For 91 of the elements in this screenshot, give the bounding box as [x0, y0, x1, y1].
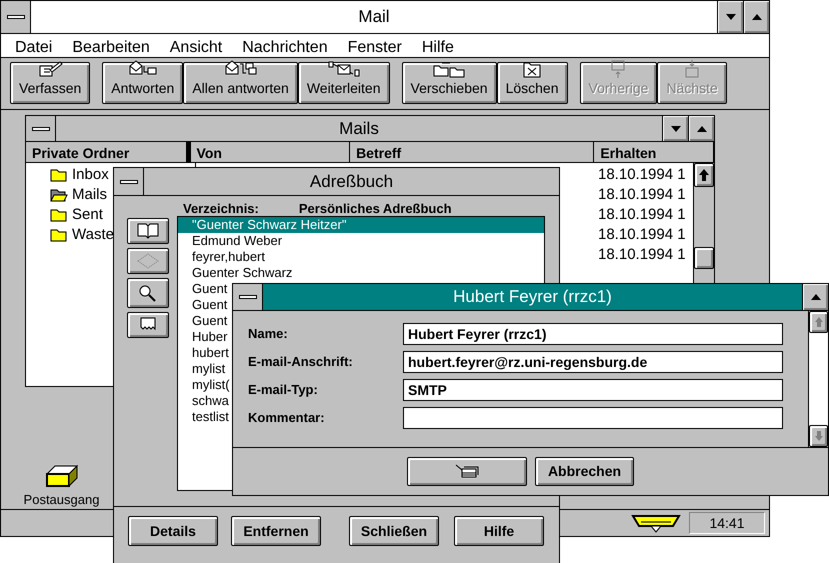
up-arrow-icon [810, 294, 820, 300]
address-entry[interactable]: "Guenter Schwarz Heitzer" [178, 217, 544, 233]
minimize-button[interactable] [662, 116, 688, 141]
scroll-thumb[interactable] [694, 247, 714, 269]
icon-button[interactable] [127, 312, 169, 338]
address-entry[interactable]: Edmund Weber [178, 233, 284, 249]
dialog-button[interactable]: Details [128, 516, 218, 546]
toolbar-button[interactable]: Verschieben [402, 62, 497, 104]
window-title: Adreßbuch [308, 170, 394, 193]
date-cell-text: 18.10.1994 1 [598, 244, 686, 265]
scroll-up-button[interactable] [809, 311, 828, 333]
forward-icon [328, 60, 360, 78]
up-arrow-icon [699, 169, 709, 181]
menu-item[interactable]: Hilfe [422, 36, 454, 55]
field-label: Name: [248, 325, 289, 344]
date-cell-text: 18.10.1994 1 [598, 204, 686, 225]
date-cell-text: 18.10.1994 1 [598, 224, 686, 245]
menu-item[interactable]: Bearbeiten [72, 36, 150, 55]
column-header[interactable]: Von [190, 142, 350, 162]
field-label: E-mail-Typ: [248, 381, 319, 400]
toolbar-button[interactable]: Antworten [102, 62, 184, 104]
folder-move-icon [432, 60, 466, 78]
toolbar-button[interactable]: Löschen [496, 62, 568, 104]
cancel-button[interactable]: Abbrechen [535, 457, 634, 486]
folder-name[interactable]: Sent [72, 204, 103, 226]
down-arrow-icon [670, 126, 680, 132]
address-entry[interactable]: hubert [178, 345, 231, 361]
field-label: E-mail-Anschrift: [248, 353, 354, 372]
maximize-button[interactable] [802, 284, 828, 310]
window-title: Mail [357, 6, 391, 28]
outbox-icon[interactable] [44, 464, 78, 490]
card-icon [136, 251, 160, 271]
down-arrow-icon [726, 14, 736, 20]
dialog-button[interactable]: Hilfe [454, 516, 544, 546]
address-entry[interactable]: Guenter Schwarz [178, 265, 294, 281]
date-cell-text: 18.10.1994 1 [598, 184, 686, 205]
menu-item[interactable]: Ansicht [170, 36, 222, 55]
scroll-up-button[interactable] [694, 163, 714, 187]
up-arrow-icon [752, 14, 762, 20]
folder-name[interactable]: Inbox [72, 164, 109, 186]
icon-button[interactable] [127, 248, 169, 274]
dialog-button[interactable]: Schließen [349, 516, 439, 546]
maximize-button[interactable] [688, 116, 714, 141]
system-menu-button[interactable] [1, 1, 31, 33]
date-cell-text: 18.10.1994 1 [598, 164, 686, 185]
folder-name[interactable]: Mails [72, 184, 108, 206]
inbox-tray-icon [631, 512, 681, 534]
delete-icon [522, 60, 542, 78]
address-entry[interactable]: Guent [178, 297, 230, 313]
directory-name[interactable]: Persönliches Adreßbuch [298, 199, 452, 216]
status-time: 14:41 [689, 512, 765, 534]
down-arrow-icon [814, 431, 822, 441]
toolbar-button[interactable]: Weiterleiten [298, 62, 390, 104]
minimize-button[interactable] [717, 1, 743, 33]
save-button[interactable] [407, 457, 527, 486]
book-icon [136, 221, 160, 241]
address-entry[interactable]: mylist( [178, 377, 232, 393]
directory-label: Verzeichnis: [183, 200, 259, 216]
icon-button[interactable] [127, 278, 169, 308]
menu-item[interactable]: Nachrichten [242, 36, 328, 55]
address-entry[interactable]: feyrer,hubert [178, 249, 267, 265]
window-title: Mails [338, 118, 380, 140]
icon-label[interactable]: Postausgang [24, 490, 100, 510]
up-arrow-icon [609, 60, 628, 78]
input-field[interactable]: SMTP [403, 379, 783, 401]
address-entry[interactable]: Huber [178, 329, 230, 345]
toolbar-button[interactable]: Verfassen [10, 62, 90, 104]
address-entry[interactable]: schwa [178, 393, 231, 409]
up-arrow-icon [696, 126, 706, 132]
down-arrow-icon [683, 60, 702, 78]
icon-button[interactable] [127, 218, 169, 244]
address-entry[interactable]: testlist [178, 409, 231, 425]
maximize-button[interactable] [743, 1, 769, 33]
input-field[interactable] [403, 407, 783, 429]
menu-item[interactable]: Datei [15, 36, 52, 55]
toolbar-button[interactable]: Allen antworten [183, 62, 298, 104]
address-entry[interactable]: Guent [178, 313, 230, 329]
column-header[interactable]: Erhalten [594, 142, 714, 162]
input-field[interactable]: hubert.feyrer@rz.uni-regensburg.de [403, 351, 783, 373]
input-field[interactable]: Hubert Feyrer (rrzc1) [403, 323, 783, 345]
field-label: Kommentar: [248, 409, 326, 428]
system-menu-button[interactable] [233, 284, 263, 310]
window-title: Hubert Feyrer (rrzc1) [452, 286, 613, 308]
dialog-button[interactable]: Entfernen [231, 516, 321, 546]
scroll-down-button[interactable] [809, 425, 828, 447]
address-entry[interactable]: mylist [178, 361, 228, 377]
up-arrow-icon [814, 317, 822, 327]
column-header[interactable]: Betreff [350, 142, 594, 162]
menu-item[interactable]: Fenster [348, 36, 402, 55]
address-entry[interactable]: Guent [178, 281, 230, 297]
folder-name[interactable]: Waste [72, 224, 114, 246]
